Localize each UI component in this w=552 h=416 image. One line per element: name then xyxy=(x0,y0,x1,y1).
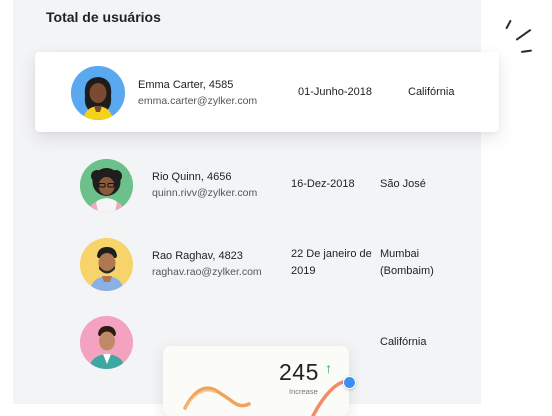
user-date: 16-Dez-2018 xyxy=(291,178,355,190)
panel-title: Total de usuários xyxy=(46,9,161,25)
indicator-dot xyxy=(343,376,356,389)
avatar xyxy=(80,159,133,212)
avatar xyxy=(71,66,125,120)
user-city-line2: (Bombaim) xyxy=(380,265,434,277)
user-email: emma.carter@zylker.com xyxy=(138,95,258,107)
user-email: raghav.rao@zylker.com xyxy=(152,266,262,278)
arrow-up-icon: ↑ xyxy=(325,360,332,376)
stat-label: Increase xyxy=(289,387,318,396)
user-date-line1: 22 De janeiro de xyxy=(291,248,372,260)
avatar xyxy=(80,316,133,369)
user-city: Califórnia xyxy=(408,86,455,98)
avatar xyxy=(80,238,133,291)
user-name: Emma Carter, 4585 xyxy=(138,79,234,91)
user-date: 01-Junho-2018 xyxy=(298,86,373,98)
stats-widget: 245 ↑ Increase xyxy=(163,346,349,416)
user-city: Califórnia xyxy=(380,336,427,348)
user-email: quinn.rivv@zylker.com xyxy=(152,187,258,199)
stat-value: 245 xyxy=(279,359,319,385)
user-date-line2: 2019 xyxy=(291,265,316,277)
user-name: Rio Quinn, 4656 xyxy=(152,171,232,183)
trend-chart-icon xyxy=(163,346,349,416)
user-city: São José xyxy=(380,178,426,190)
user-city-line1: Mumbai xyxy=(380,248,420,260)
user-name: Rao Raghav, 4823 xyxy=(152,250,243,262)
